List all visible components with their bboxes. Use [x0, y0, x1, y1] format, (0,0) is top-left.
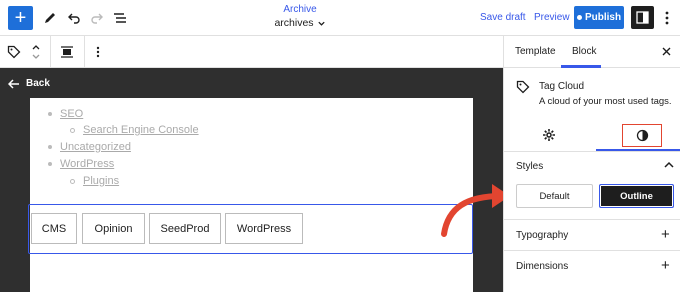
list-view-icon [114, 13, 126, 23]
block-options-button[interactable] [93, 45, 103, 59]
more-vertical-icon [96, 46, 100, 58]
tab-template[interactable]: Template [515, 46, 556, 57]
category-link[interactable]: SEO [60, 108, 83, 120]
move-arrows-icon [32, 45, 40, 59]
tab-block[interactable]: Block [572, 46, 596, 57]
bullet-icon [70, 127, 75, 133]
tag-opinion[interactable]: Opinion [82, 213, 145, 244]
pen-icon [45, 13, 55, 23]
settings-panel-icon [636, 11, 649, 24]
tag-icon [516, 80, 530, 94]
align-button[interactable] [59, 44, 75, 60]
block-type-button[interactable] [6, 44, 22, 60]
block-toolbar [0, 36, 503, 68]
template-page: SEO Search Engine Console Uncategorized … [28, 98, 473, 292]
tools-button[interactable] [40, 8, 60, 28]
undo-button[interactable] [64, 8, 84, 28]
move-block-button[interactable] [29, 42, 43, 62]
publish-label: Publish [584, 12, 622, 23]
document-name-text: archives [274, 17, 314, 29]
publish-button[interactable]: Publish [574, 6, 624, 29]
category-link[interactable]: WordPress [60, 158, 114, 170]
options-button[interactable] [659, 8, 675, 28]
list-view-button[interactable] [110, 8, 130, 28]
tag-seedprod[interactable]: SeedProd [149, 213, 221, 244]
list-item[interactable]: Uncategorized [48, 141, 131, 153]
undo-icon [68, 13, 80, 24]
category-link[interactable]: Uncategorized [60, 141, 131, 153]
close-icon [662, 47, 671, 56]
toolbar-divider [84, 36, 85, 68]
typography-panel[interactable]: Typography + [504, 219, 680, 250]
close-sidebar-button[interactable] [662, 44, 671, 59]
add-block-button[interactable]: + [8, 6, 33, 30]
block-card: Tag Cloud A cloud of your most used tags… [504, 68, 680, 113]
block-description: A cloud of your most used tags. [539, 96, 672, 107]
panel-title: Dimensions [516, 261, 569, 272]
gear-icon[interactable] [542, 128, 556, 142]
bullet-icon [48, 145, 52, 149]
plus-icon[interactable]: + [661, 227, 670, 242]
tag-wordpress[interactable]: WordPress [225, 213, 303, 244]
list-item[interactable]: Search Engine Console [70, 124, 199, 136]
panel-title: Typography [516, 230, 569, 241]
block-inspector-tabs [504, 118, 680, 152]
style-default-button[interactable]: Default [516, 184, 593, 208]
more-vertical-icon [665, 11, 669, 25]
contrast-icon [636, 129, 648, 142]
chevron-down-icon [317, 21, 325, 26]
preview-button[interactable]: Preview [534, 12, 570, 23]
styles-tab[interactable] [622, 124, 662, 147]
plus-icon[interactable]: + [661, 258, 670, 273]
back-button[interactable]: Back [8, 78, 50, 89]
chevron-up-icon[interactable] [662, 158, 676, 172]
document-type: Archive [283, 4, 317, 15]
align-icon [61, 46, 73, 58]
back-arrow-icon [8, 78, 19, 89]
save-draft-button[interactable]: Save draft [480, 12, 526, 23]
dimensions-panel[interactable]: Dimensions + [504, 250, 680, 281]
active-subtab-indicator [596, 149, 680, 151]
category-link[interactable]: Plugins [83, 175, 119, 187]
document-title[interactable]: Archive archives [230, 4, 370, 29]
list-item[interactable]: WordPress [48, 158, 114, 170]
editor-canvas: Back SEO Search Engine Console Uncategor… [0, 68, 503, 292]
block-title: Tag Cloud [539, 81, 585, 92]
tag-cms[interactable]: CMS [31, 213, 77, 244]
redo-icon [91, 13, 103, 24]
tag-cloud-block[interactable]: CMS Opinion SeedProd WordPress [28, 204, 473, 254]
category-link[interactable]: Search Engine Console [83, 124, 199, 136]
top-toolbar: + Archive archives Save draft Preview Pu… [0, 0, 680, 36]
document-name[interactable]: archives [274, 17, 325, 29]
bullet-icon [48, 162, 52, 166]
back-label: Back [26, 78, 50, 89]
settings-toggle-button[interactable] [631, 6, 654, 29]
publish-dot-icon [576, 15, 582, 20]
redo-button[interactable] [87, 8, 107, 28]
bullet-icon [70, 178, 75, 184]
sidebar-tabs: Template Block [504, 36, 680, 68]
list-item[interactable]: Plugins [70, 175, 119, 187]
settings-sidebar: Template Block Tag Cloud A cloud of your… [503, 36, 680, 292]
toolbar-divider [50, 36, 51, 68]
style-outline-button[interactable]: Outline [599, 184, 674, 208]
list-item[interactable]: SEO [48, 108, 83, 120]
add-icon: + [14, 7, 27, 29]
styles-panel-title[interactable]: Styles [516, 161, 543, 172]
bullet-icon [48, 112, 52, 116]
tag-icon [7, 45, 21, 59]
